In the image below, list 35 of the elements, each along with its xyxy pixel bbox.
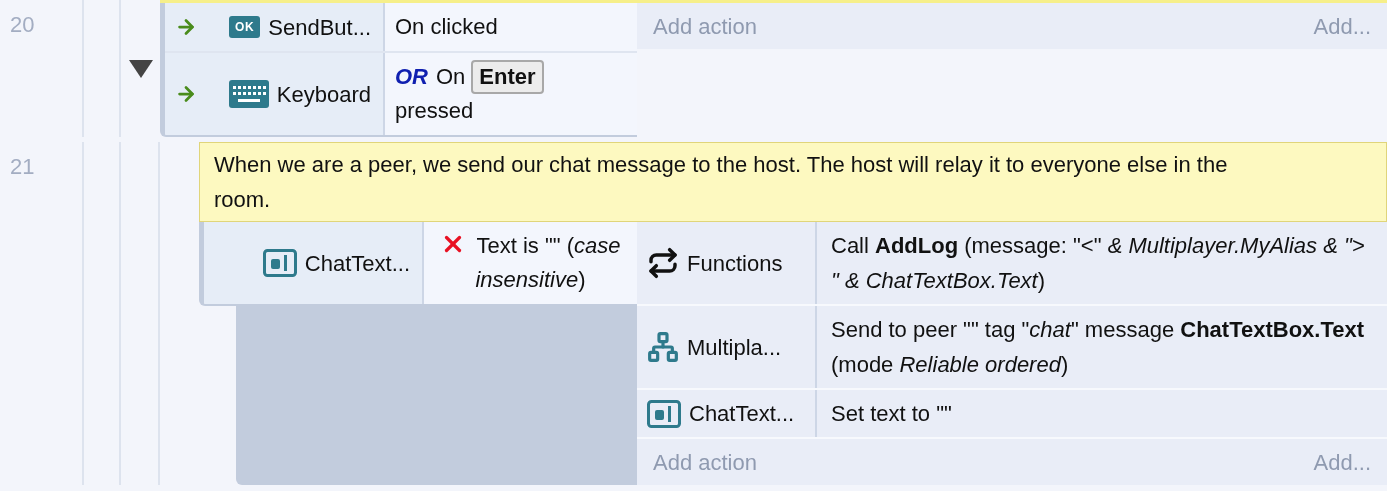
object-name: Functions [687,249,783,278]
key-badge: Enter [471,60,544,94]
collapse-arrow-icon[interactable] [128,59,153,78]
action-text[interactable]: Call AddLog (message: "<" & Multiplayer.MyAlias & "> " & ChatTextBox.Text) [817,222,1387,304]
event-comment[interactable]: When we are a peer, we send our chat message to the host. The host will relay it to everyone else in the room. [199,142,1387,222]
text-box-icon [647,399,681,428]
repeat-icon [647,247,679,279]
action-object[interactable]: Functions [637,222,817,304]
object-name: Keyboard [276,80,371,109]
action-text[interactable]: Send to peer "" tag "chat" message ChatTextBox.Text (mode Reliable ordered) [817,306,1387,388]
network-icon [647,331,679,363]
action-object[interactable]: ChatText... [637,390,817,437]
condition-text: pressed [395,98,474,123]
condition-object[interactable]: OK SendBut... [165,3,385,51]
text-box-icon [262,249,297,277]
add-more-label: Add... [1313,448,1371,477]
condition-text: On clicked [395,14,498,39]
button-icon: OK [229,16,261,38]
action-object[interactable]: Multipla... [637,306,817,388]
condition-object[interactable]: Keyboard [165,53,385,135]
object-name: ChatText... [304,249,410,278]
action-text[interactable]: Set text to "" [817,390,1387,437]
add-more-label: Add... [1313,12,1371,41]
condition-text: On [436,64,466,89]
event-number: 20 [10,12,35,37]
add-action-label: Add action [653,448,757,477]
object-name: ChatText... [689,400,795,428]
object-name: SendBut... [268,13,371,42]
or-keyword: OR [395,64,428,89]
object-name: Multipla... [687,333,782,362]
event-number: 21 [10,154,35,179]
keyboard-icon [228,80,269,108]
condition-text: Text is "" (case insensitive) [475,233,621,292]
condition-object[interactable]: ChatText... [204,222,424,304]
add-action-label: Add action [653,12,757,41]
